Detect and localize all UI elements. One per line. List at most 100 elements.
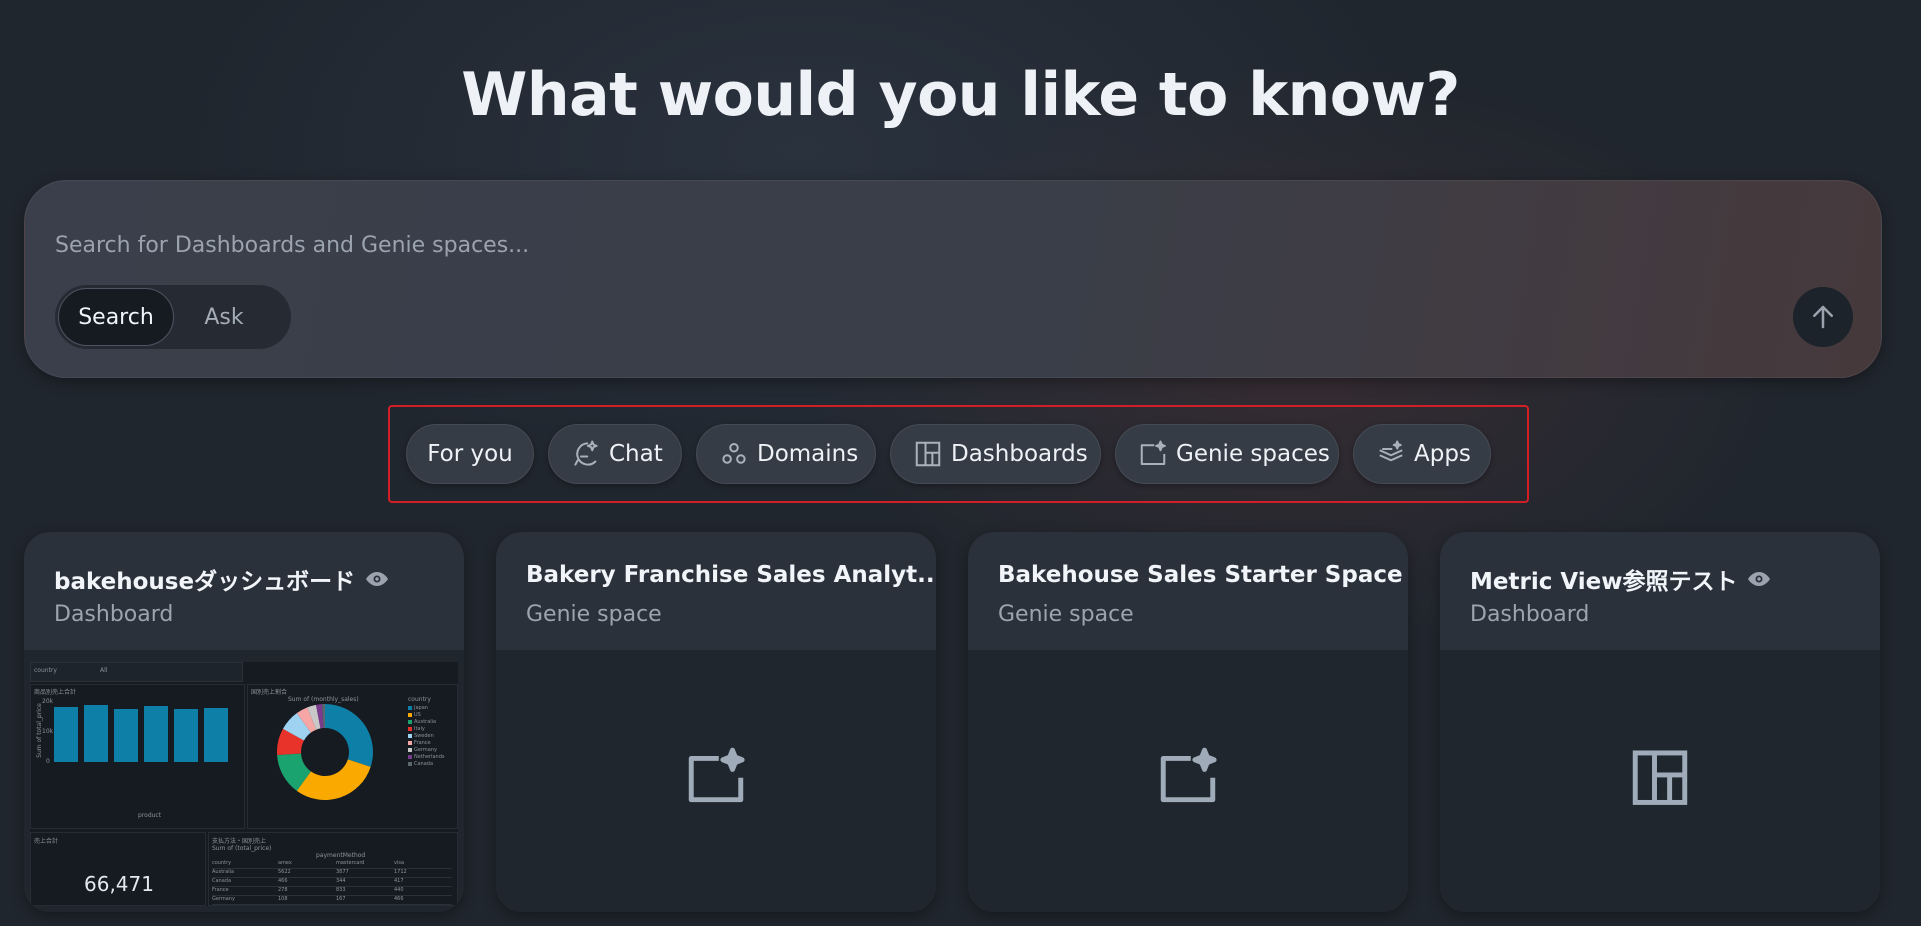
thumb-legend-label: Japan	[414, 704, 428, 711]
dashboard-icon	[915, 441, 941, 467]
thumb-table-row: Australia 5622 3877 1712	[212, 869, 452, 878]
thumb-table-cell: 278	[278, 887, 288, 893]
eye-icon	[366, 572, 389, 586]
thumb-legend-swatch	[408, 733, 412, 738]
card-type: Dashboard	[1470, 602, 1590, 627]
filter-chip-label: Dashboards	[951, 441, 1088, 467]
search-input[interactable]	[55, 225, 1555, 265]
genie-space-icon	[1160, 747, 1217, 803]
thumb-table-cell: 417	[394, 878, 404, 884]
card-type: Genie space	[526, 602, 662, 627]
filter-chip-genie-spaces[interactable]: Genie spaces	[1115, 424, 1339, 484]
card-type: Genie space	[998, 602, 1134, 627]
search-mode-button[interactable]: Search	[58, 288, 174, 346]
thumb-pie-slice	[296, 759, 371, 800]
thumb-legend-label: Netherlands	[414, 753, 445, 760]
result-card[interactable]: Bakehouse Sales Starter Space Genie spac…	[968, 532, 1408, 912]
result-card[interactable]: Bakery Franchise Sales Analyt... Genie s…	[496, 532, 936, 912]
thumb-legend-item: Canada	[408, 760, 444, 767]
thumb-legend-item: Japan	[408, 704, 444, 711]
filter-chip-apps[interactable]: Apps	[1353, 424, 1491, 484]
thumb-table-row: France 278 833 440	[212, 887, 452, 896]
thumb-legend-label: US	[414, 711, 421, 718]
thumb-legend-item: France	[408, 739, 444, 746]
thumb-bar	[204, 708, 228, 762]
result-card[interactable]: bakehouseダッシュボード Dashboard country All 商…	[24, 532, 464, 912]
search-mode-toggle: Search Ask	[55, 285, 291, 349]
thumb-legend-swatch	[408, 747, 412, 752]
thumb-table-cell: amex	[278, 860, 292, 866]
filter-chip-chat[interactable]: Chat	[548, 424, 682, 484]
thumb-bar	[84, 705, 108, 762]
headline: What would you like to know?	[461, 60, 1460, 130]
genie-space-icon	[688, 747, 745, 803]
thumb-bar-title: 商品別売上合計	[34, 689, 77, 696]
thumb-table-cell: country	[212, 860, 232, 866]
search-box: Search Ask	[24, 180, 1882, 378]
ask-mode-button[interactable]: Ask	[174, 288, 274, 346]
card-title: Bakehouse Sales Starter Space	[998, 562, 1403, 588]
thumb-legend-swatch	[408, 761, 412, 766]
thumb-bar	[54, 707, 78, 762]
card-preview	[496, 650, 936, 912]
domains-icon	[722, 443, 746, 464]
thumb-legend-swatch	[408, 712, 412, 717]
thumb-table-cell: 167	[336, 896, 346, 902]
dashboard-thumbnail: country All 商品別売上合計 Sum of total_price 2…	[30, 662, 458, 906]
filter-chip-label: Domains	[757, 441, 859, 467]
filter-chip-label: Chat	[609, 441, 663, 467]
thumb-legend-swatch	[408, 705, 412, 710]
thumb-bar-tick: 0	[46, 758, 50, 765]
thumb-bar-xlabel: product	[138, 812, 162, 819]
card-title-row: Bakehouse Sales Starter Space	[998, 562, 1408, 588]
thumb-table-header: country amex mastercard visa	[212, 860, 452, 869]
thumb-pie-slice	[325, 704, 373, 767]
thumb-bar	[114, 709, 138, 762]
thumb-bar-tick: 20k	[42, 698, 54, 705]
thumb-legend-swatch	[408, 719, 412, 724]
thumb-table: country amex mastercard visa Australia 5622 38…	[212, 860, 452, 905]
thumb-bar-chart	[54, 700, 240, 762]
thumb-legend-item: US	[408, 711, 444, 718]
thumb-legend-label: Germany	[414, 746, 437, 753]
filter-chip-domains[interactable]: Domains	[696, 424, 876, 484]
thumb-legend-swatch	[408, 726, 412, 731]
thumb-table-cell: 833	[336, 887, 346, 893]
thumb-pie-chart	[276, 703, 373, 800]
card-preview	[968, 650, 1408, 912]
thumb-table-cell: 108	[278, 896, 288, 902]
thumb-table-cell: 344	[336, 878, 346, 884]
chat-sparkle-icon	[574, 440, 598, 466]
filter-chip-label: Genie spaces	[1176, 441, 1330, 467]
filter-chip-for-you[interactable]: For you	[406, 424, 534, 484]
thumb-table-cell: Australia	[212, 869, 235, 875]
thumb-legend-swatch	[408, 740, 412, 745]
card-type: Dashboard	[54, 602, 174, 627]
thumb-table-cell: mastercard	[336, 860, 365, 866]
thumb-table-cell: 466	[278, 878, 288, 884]
eye-icon	[1748, 572, 1771, 586]
thumb-filter-value: All	[100, 667, 108, 674]
thumb-table-group: paymentMethod	[316, 852, 366, 859]
thumb-table-row: Germany 108 167 466	[212, 896, 452, 905]
card-title-row: Metric View参照テスト	[1470, 562, 1771, 596]
filter-chip-dashboards[interactable]: Dashboards	[890, 424, 1101, 484]
thumb-bar-tick: 10k	[42, 728, 54, 735]
thumb-table-cell: 3877	[336, 869, 349, 875]
thumb-legend-swatch	[408, 754, 412, 759]
card-title: Metric View参照テスト	[1470, 569, 1738, 595]
arrow-up-icon	[1813, 305, 1833, 329]
thumb-legend-label: Sweden	[414, 732, 434, 739]
result-card[interactable]: Metric View参照テスト Dashboard	[1440, 532, 1880, 912]
thumb-legend-item: Germany	[408, 746, 444, 753]
thumb-table-row: Canada 466 344 417	[212, 878, 452, 887]
card-title-row: bakehouseダッシュボード	[54, 562, 389, 596]
dashboard-icon	[1632, 750, 1688, 805]
submit-button[interactable]	[1793, 287, 1853, 347]
thumb-bar	[144, 706, 168, 762]
card-title-row: Bakery Franchise Sales Analyt...	[526, 562, 936, 588]
thumb-table-cell: Canada	[212, 878, 232, 884]
card-title: bakehouseダッシュボード	[54, 569, 356, 595]
card-title: Bakery Franchise Sales Analyt...	[526, 562, 936, 588]
card-preview: country All 商品別売上合計 Sum of total_price 2…	[24, 650, 464, 912]
